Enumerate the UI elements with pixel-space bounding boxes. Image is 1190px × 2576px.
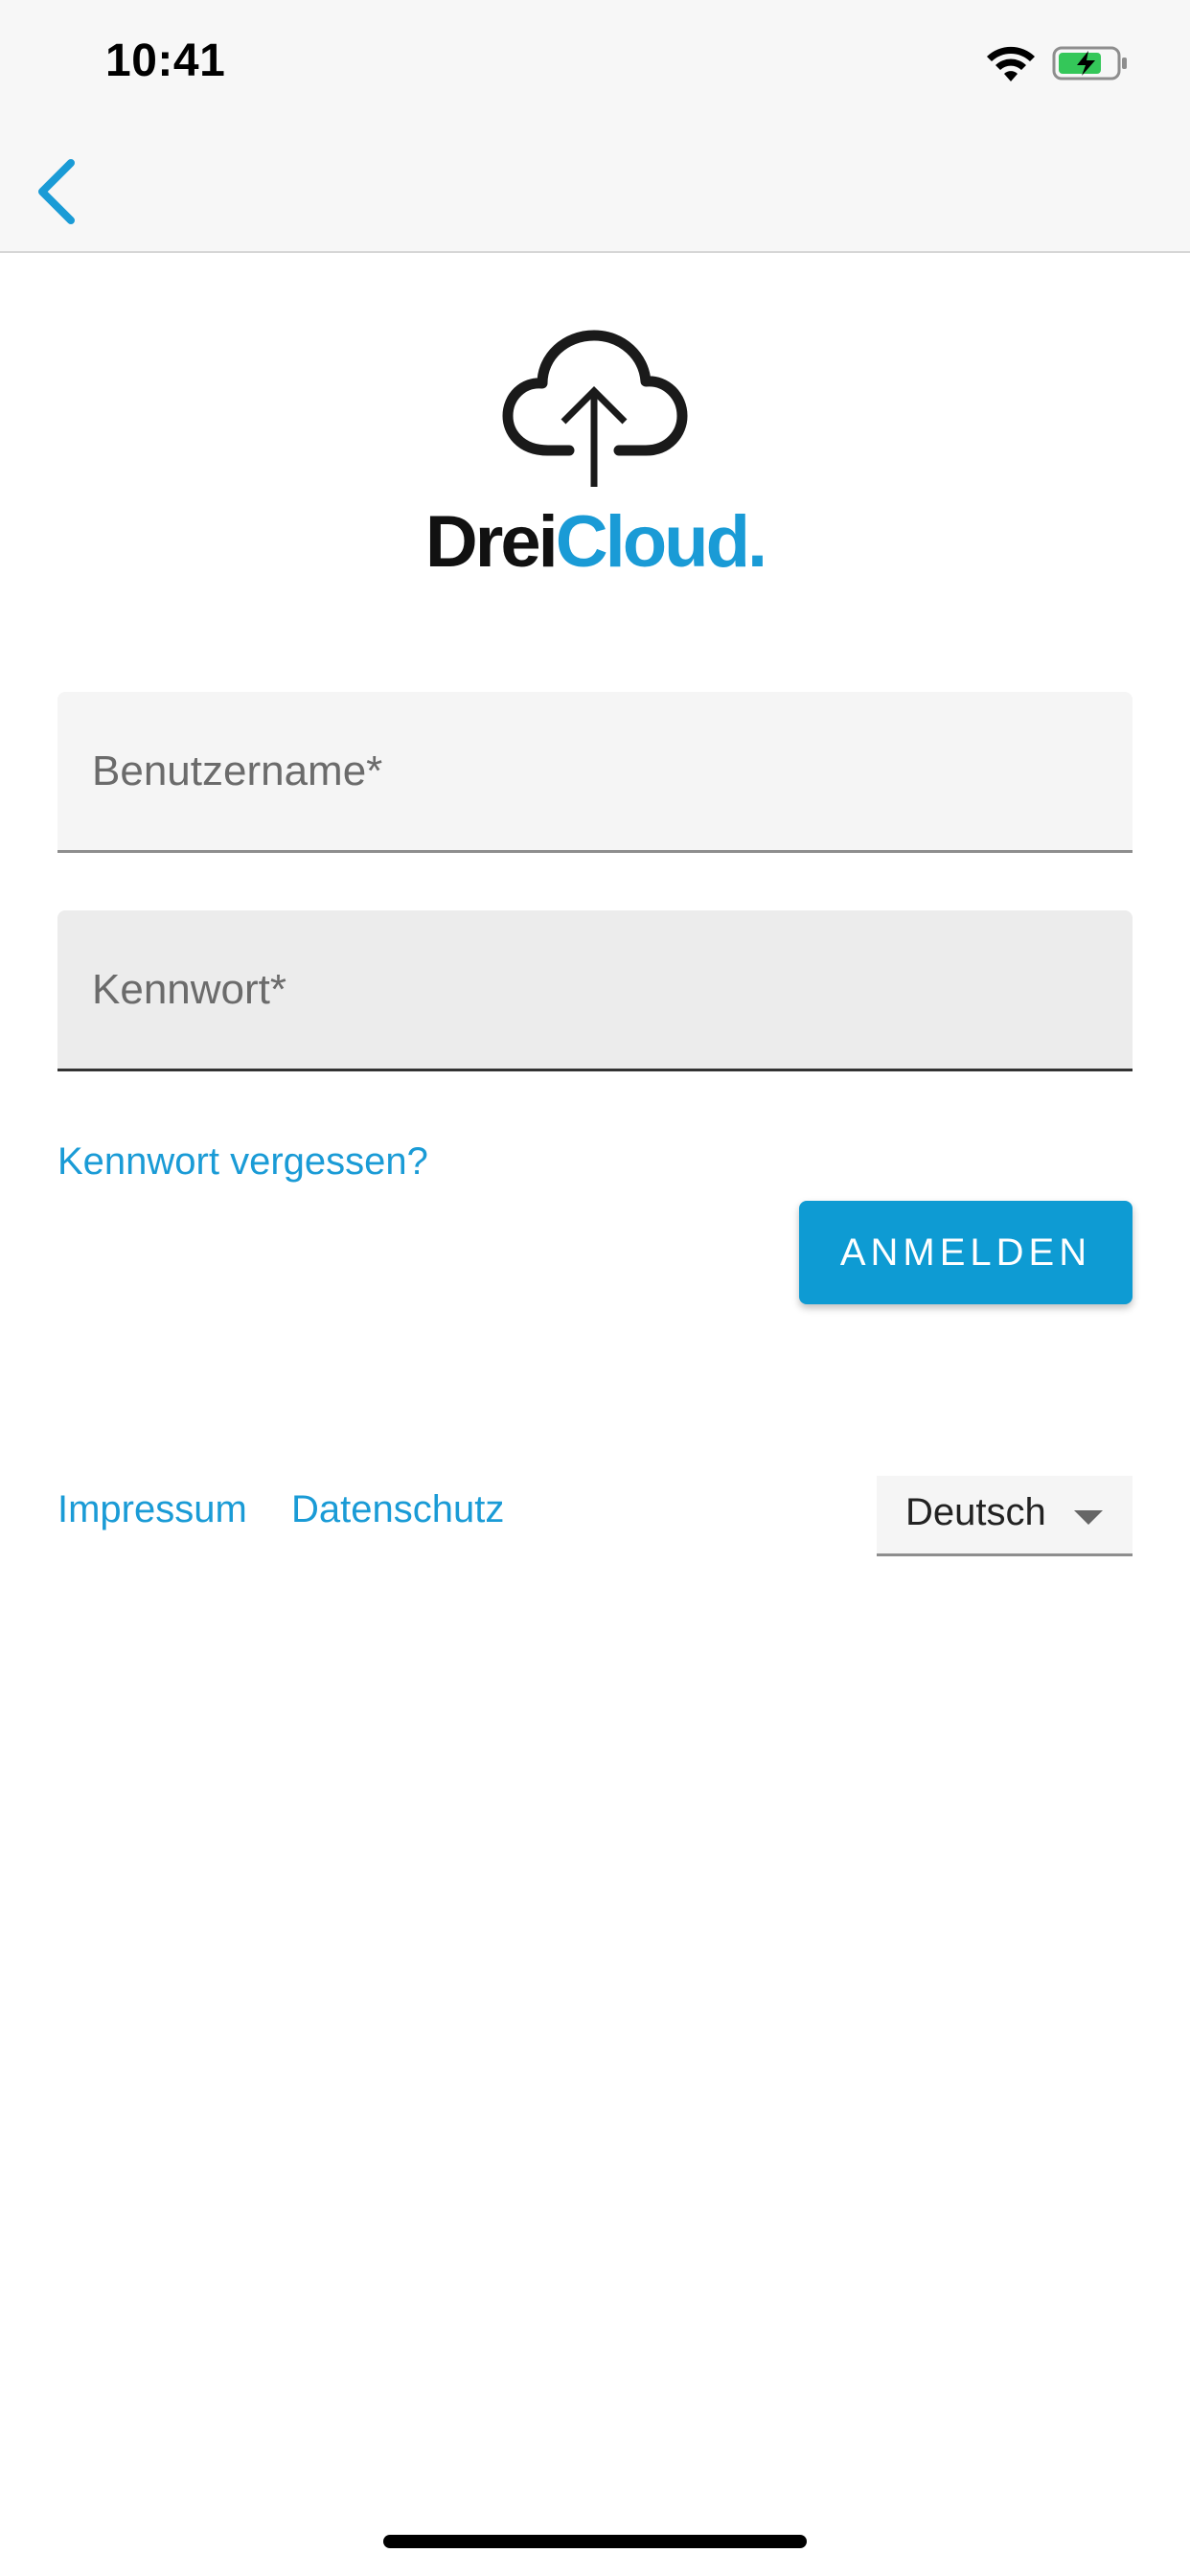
drei-cloud-logo: DreiCloud.	[0, 506, 1190, 579]
username-field[interactable]	[57, 692, 1133, 853]
cloud-upload-icon	[502, 330, 688, 487]
language-select[interactable]: Deutsch	[877, 1476, 1133, 1556]
datenschutz-link[interactable]: Datenschutz	[291, 1488, 504, 1531]
chevron-down-icon	[1074, 1510, 1103, 1525]
logo-text-drei: Drei	[424, 501, 559, 583]
logo-text-cloud: Cloud.	[555, 501, 767, 583]
language-select-value: Deutsch	[905, 1491, 1046, 1533]
status-bar: 10:41	[0, 0, 1190, 126]
impressum-link[interactable]: Impressum	[57, 1488, 247, 1531]
username-input[interactable]	[92, 692, 1098, 850]
password-field[interactable]	[57, 910, 1133, 1071]
home-indicator	[383, 2535, 807, 2548]
battery-charging-icon	[1052, 46, 1127, 80]
back-chevron-icon[interactable]	[29, 155, 96, 228]
wifi-icon	[987, 46, 1035, 81]
password-input[interactable]	[92, 910, 1098, 1069]
navigation-bar	[0, 126, 1190, 253]
forgot-password-link[interactable]: Kennwort vergessen?	[57, 1140, 428, 1184]
login-button[interactable]: ANMELDEN	[799, 1201, 1133, 1304]
status-time: 10:41	[105, 35, 226, 86]
